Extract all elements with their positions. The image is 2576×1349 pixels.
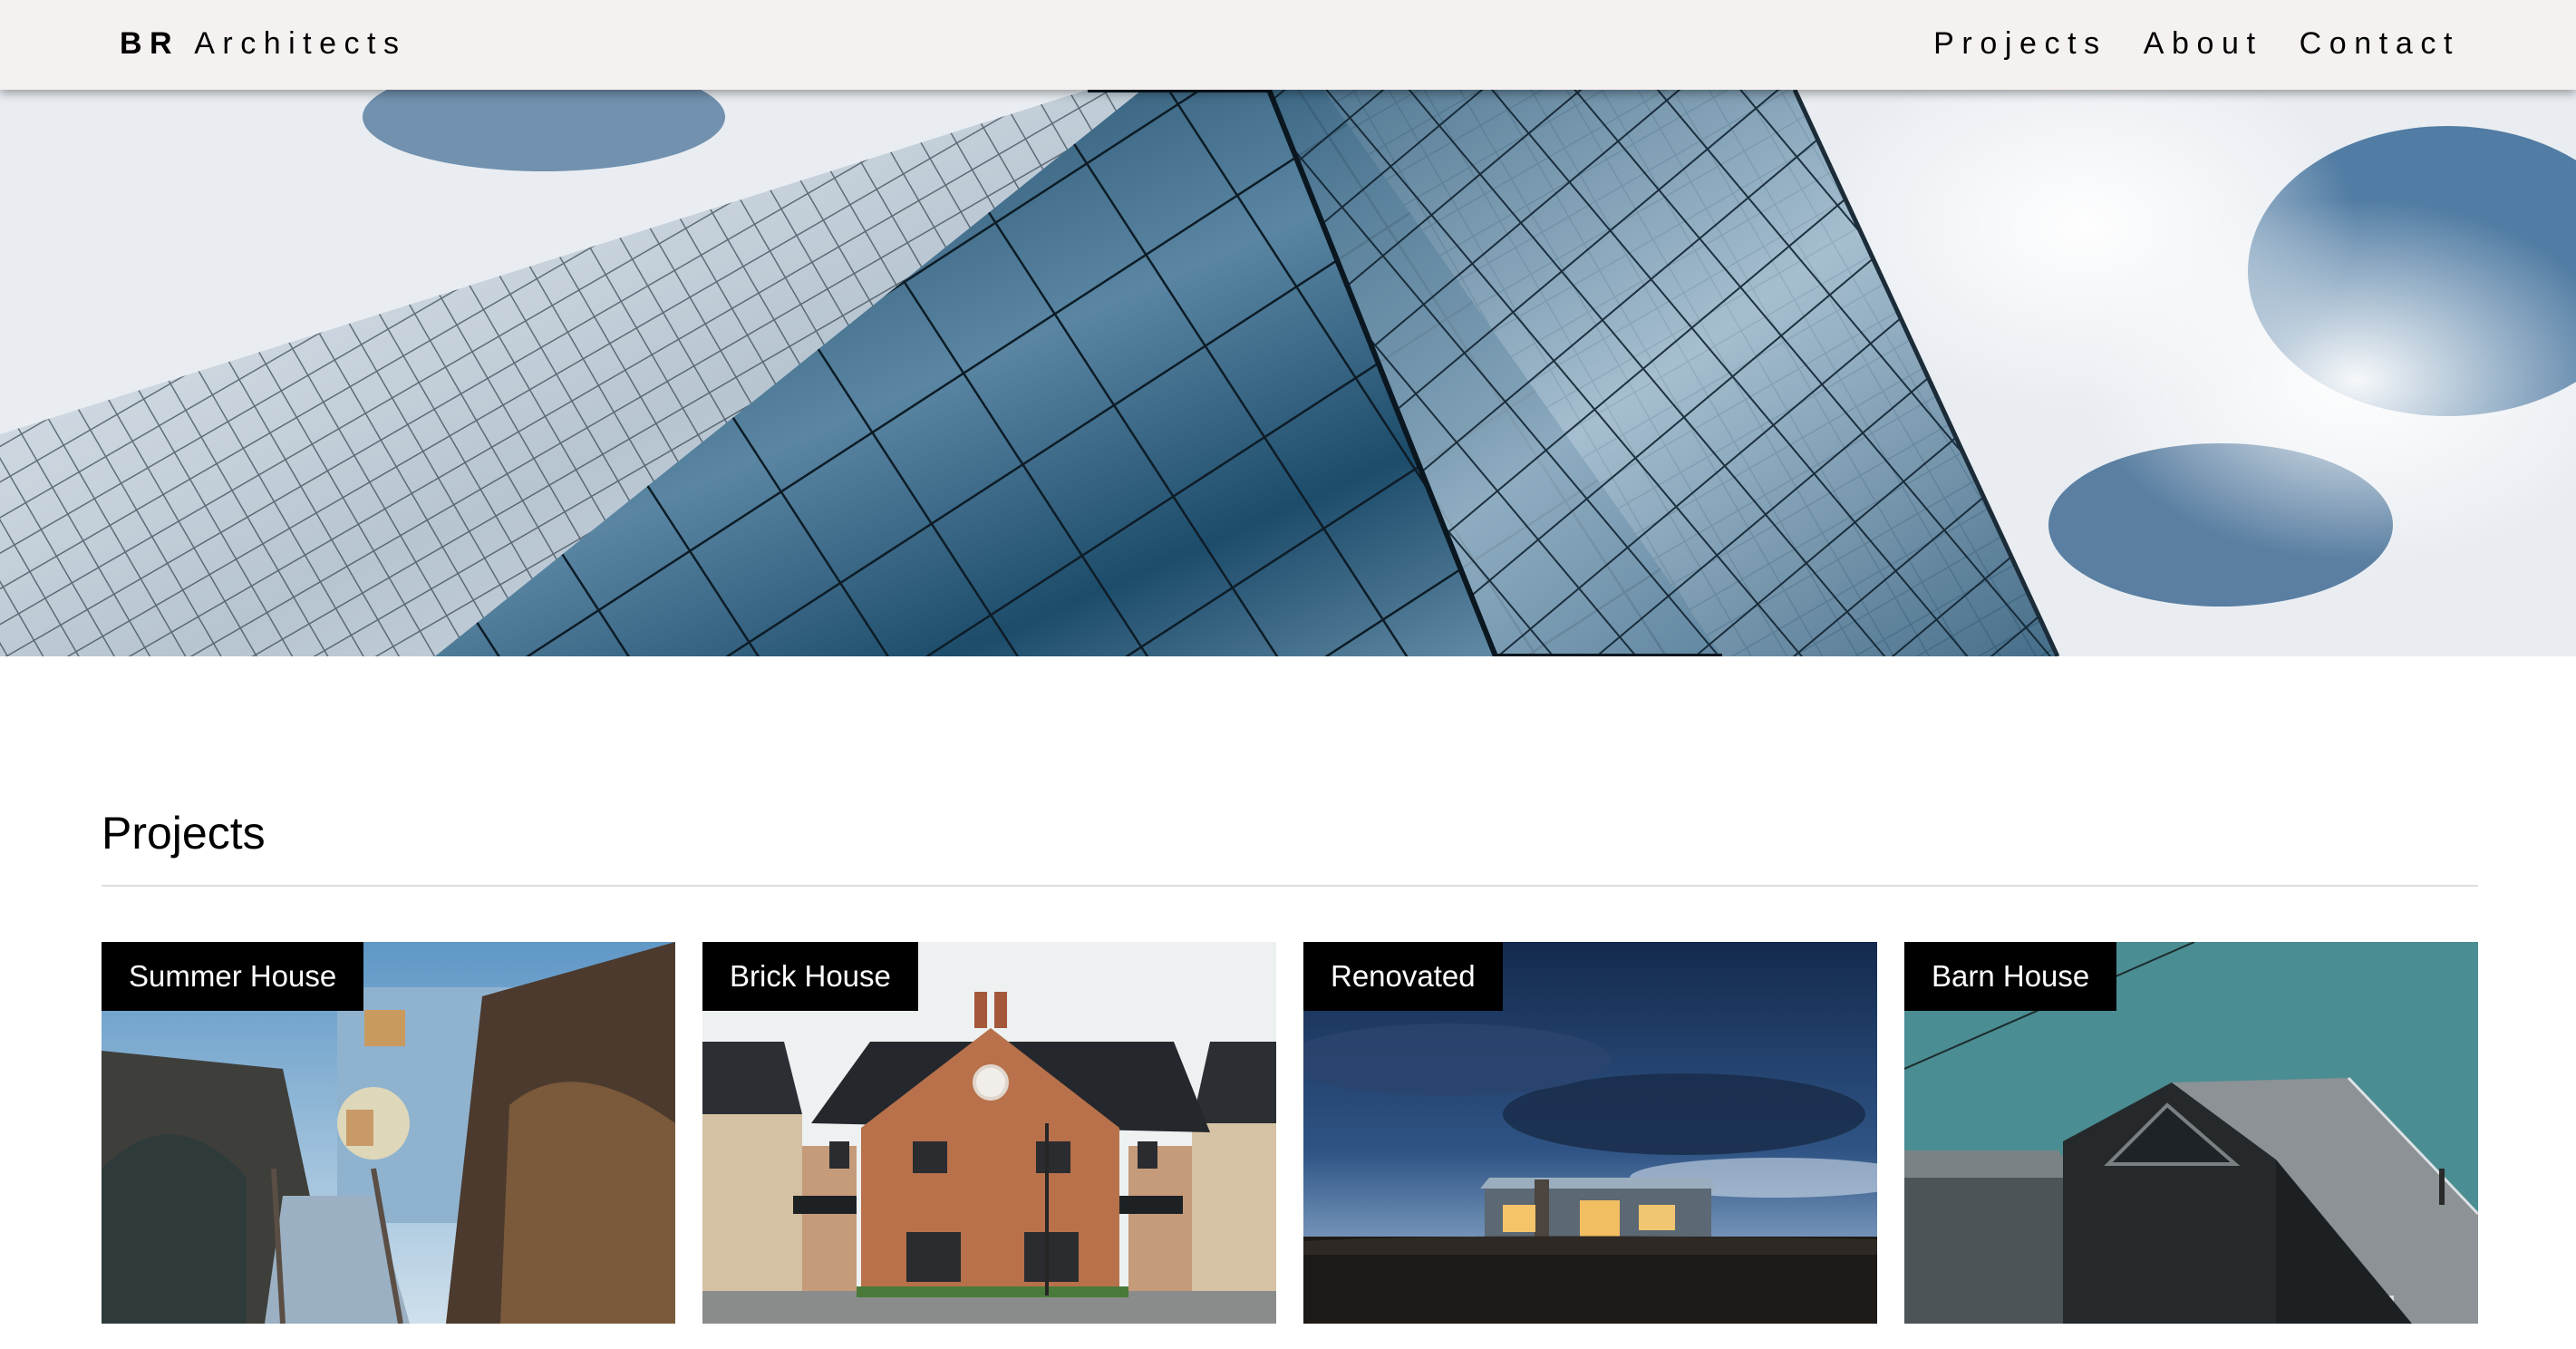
nav-link-contact[interactable]: Contact (2300, 24, 2460, 63)
projects-heading: Projects (102, 808, 266, 859)
main-nav: Projects About Contact (1933, 24, 2460, 63)
section-divider (102, 885, 2478, 887)
project-label: Brick House (702, 942, 918, 1011)
brand-logo[interactable]: BR Architects (120, 24, 406, 63)
project-card-renovated[interactable]: Renovated (1303, 942, 1877, 1324)
project-card-barn-house[interactable]: Barn House (1904, 942, 2478, 1324)
brand-name: Architects (194, 26, 407, 61)
project-card-brick-house[interactable]: Brick House (702, 942, 1276, 1324)
brand-initials: BR (120, 26, 180, 61)
project-label: Summer House (102, 942, 364, 1011)
hero-image (0, 90, 2576, 656)
nav-link-about[interactable]: About (2144, 24, 2263, 63)
nav-link-projects[interactable]: Projects (1933, 24, 2107, 63)
project-label: Barn House (1904, 942, 2117, 1011)
project-label: Renovated (1303, 942, 1503, 1011)
project-card-summer-house[interactable]: Summer House (102, 942, 675, 1324)
top-navbar: BR Architects Projects About Contact (0, 0, 2576, 90)
